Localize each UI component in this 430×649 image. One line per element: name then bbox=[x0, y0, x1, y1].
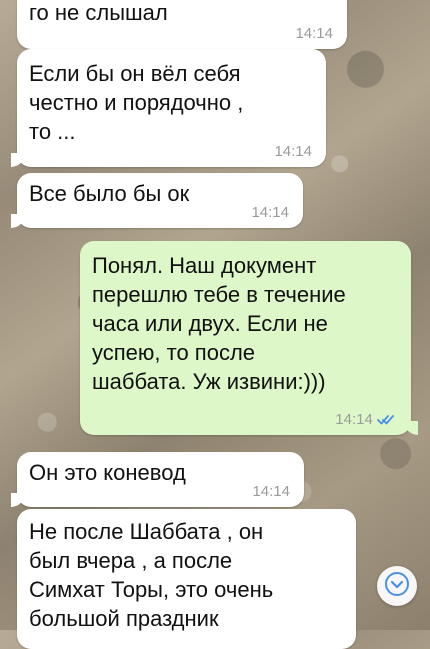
message-time: 14:14 bbox=[251, 204, 289, 221]
message-outgoing[interactable]: Понял. Наш документ перешлю тебе в течен… bbox=[80, 241, 418, 435]
message-text: Если бы он вёл себя честно и порядочно ,… bbox=[29, 61, 244, 144]
message-text: го не слышал bbox=[29, 0, 168, 25]
message-incoming[interactable]: Он это коневод 14:14 bbox=[11, 452, 304, 507]
message-tail bbox=[11, 214, 25, 228]
message-incoming[interactable]: Если бы он вёл себя честно и порядочно ,… bbox=[11, 49, 326, 167]
message-time-status: 14:14 bbox=[335, 412, 395, 427]
message-text: Понял. Наш документ перешлю тебе в течен… bbox=[92, 253, 346, 394]
message-tail bbox=[404, 421, 418, 435]
message-incoming[interactable]: Все было бы ок 14:14 bbox=[11, 173, 303, 228]
message-incoming[interactable]: Не после Шаббата , он был вчера , а посл… bbox=[17, 509, 356, 649]
message-time: 14:14 bbox=[295, 25, 333, 42]
message-text: Все было бы ок bbox=[29, 181, 190, 206]
double-check-icon bbox=[377, 411, 395, 428]
message-time: 14:14 bbox=[335, 411, 373, 428]
message-incoming[interactable]: го не слышал 14:14 bbox=[17, 0, 347, 49]
message-tail bbox=[11, 153, 25, 167]
message-tail bbox=[11, 493, 25, 507]
message-text: Он это коневод bbox=[29, 460, 186, 485]
scroll-to-bottom-button[interactable] bbox=[377, 566, 417, 606]
message-time: 14:14 bbox=[274, 143, 312, 160]
message-time: 14:14 bbox=[252, 483, 290, 500]
message-text: Не после Шаббата , он был вчера , а посл… bbox=[29, 519, 274, 631]
chevron-down-icon bbox=[383, 570, 411, 603]
